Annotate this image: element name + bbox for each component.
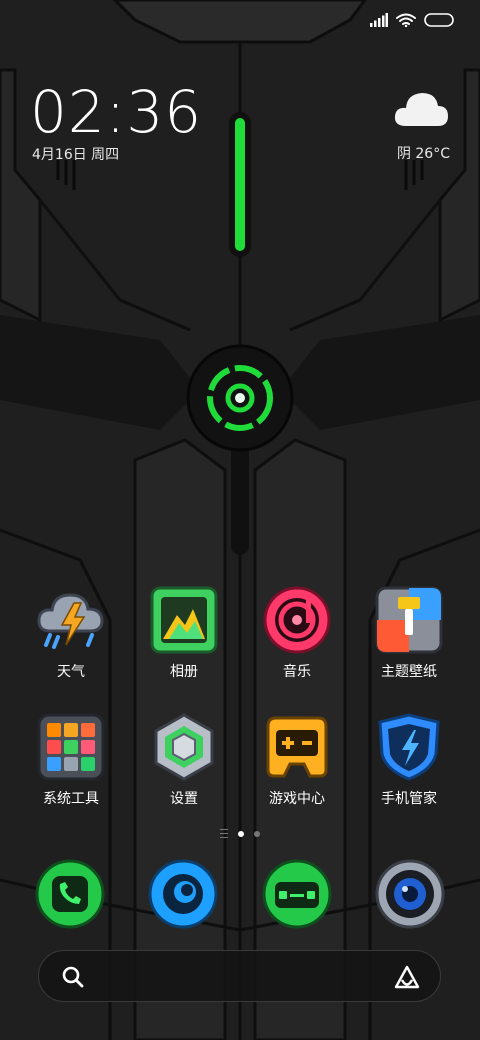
app-label: 主题壁纸	[381, 664, 437, 680]
status-bar	[370, 10, 454, 30]
weather-summary[interactable]: 阴 26°C	[397, 143, 450, 163]
app-themes[interactable]: 主题壁纸	[354, 585, 464, 681]
music-icon	[262, 585, 332, 655]
app-label: 天气	[57, 664, 85, 680]
app-game-center[interactable]: 游戏中心	[242, 712, 352, 808]
app-label: 手机管家	[381, 791, 437, 807]
page-indicator[interactable]	[0, 829, 480, 838]
settings-hexagon-icon	[149, 712, 219, 782]
tools-folder-icon	[36, 712, 106, 782]
app-system-tools[interactable]: 系统工具	[16, 712, 126, 808]
phone-icon[interactable]	[34, 858, 106, 930]
weather-storm-icon	[36, 585, 106, 655]
cloud-icon[interactable]	[392, 86, 450, 130]
clock-date[interactable]: 4月16日 周四	[32, 144, 119, 164]
search-icon[interactable]	[61, 965, 85, 993]
wifi-icon	[396, 13, 416, 27]
signal-bars-icon	[370, 13, 388, 27]
menu-lines-icon[interactable]	[220, 829, 228, 838]
app-settings[interactable]: 设置	[129, 712, 239, 808]
app-label: 系统工具	[43, 791, 99, 807]
battery-icon	[424, 13, 454, 27]
app-gallery[interactable]: 相册	[129, 585, 239, 681]
shield-bolt-icon	[374, 712, 444, 782]
gallery-icon	[149, 585, 219, 655]
page-dot-active[interactable]	[238, 830, 244, 837]
app-weather[interactable]: 天气	[16, 585, 126, 681]
gamepad-icon	[262, 712, 332, 782]
app-security[interactable]: 手机管家	[354, 712, 464, 808]
assistant-a-icon[interactable]	[394, 965, 420, 993]
camera-icon[interactable]	[374, 858, 446, 930]
dock	[0, 856, 480, 932]
page-dot[interactable]	[254, 830, 260, 837]
search-bar[interactable]	[38, 950, 441, 1002]
app-label: 游戏中心	[269, 791, 325, 807]
app-label: 设置	[170, 791, 198, 807]
clock-time[interactable]: 02:36	[30, 80, 202, 144]
app-music[interactable]: 音乐	[242, 585, 352, 681]
theme-brush-icon	[374, 585, 444, 655]
messages-icon[interactable]	[261, 858, 333, 930]
app-label: 音乐	[283, 664, 311, 680]
app-label: 相册	[170, 664, 198, 680]
browser-icon[interactable]	[147, 858, 219, 930]
